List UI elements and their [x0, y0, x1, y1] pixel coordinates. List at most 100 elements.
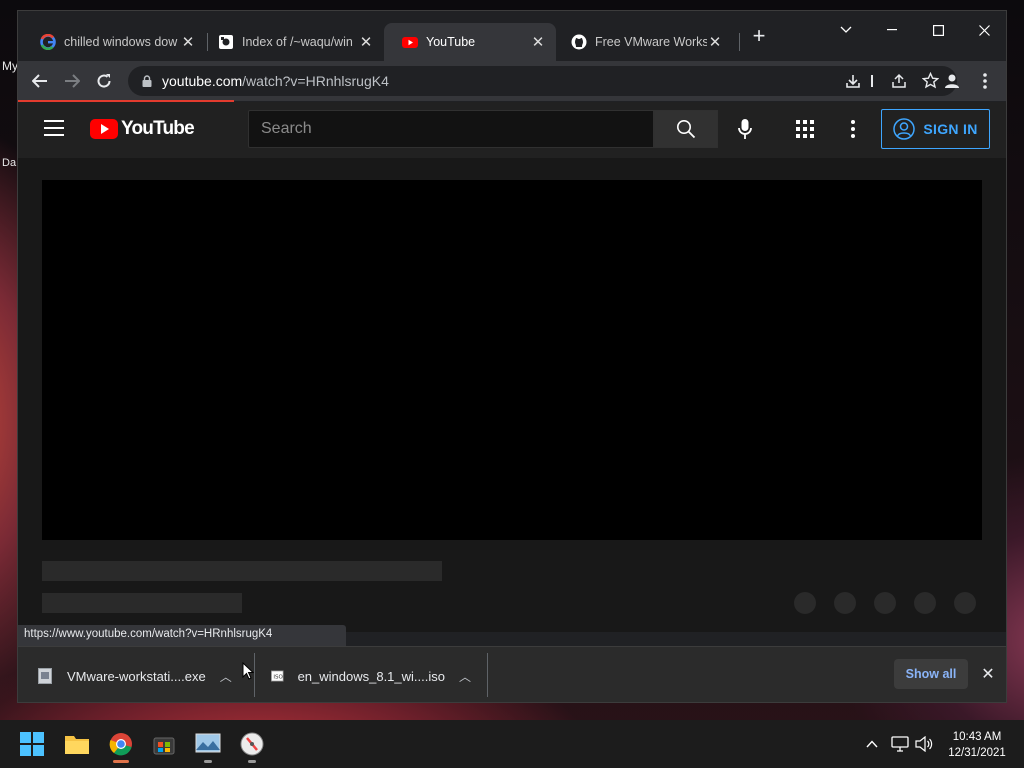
tab-google[interactable]: chilled windows dow ✕	[22, 23, 206, 61]
bookmark-star-icon[interactable]	[921, 71, 940, 89]
close-icon[interactable]: ✕	[707, 33, 723, 51]
download-item[interactable]: VMware-workstati....exe ︿	[38, 657, 238, 695]
start-button[interactable]	[16, 728, 48, 760]
title-placeholder	[42, 561, 442, 581]
maximize-icon	[932, 24, 944, 36]
download-divider	[254, 653, 255, 697]
network-icon	[891, 736, 909, 752]
store-button[interactable]	[148, 728, 180, 760]
url-path: /watch?v=HRnhlsrugK4	[242, 73, 389, 89]
browser-window: chilled windows dow ✕ Index of /~waqu/wi…	[17, 10, 1007, 703]
running-indicator	[204, 760, 212, 763]
svg-text:ISO: ISO	[273, 674, 283, 680]
exe-file-icon	[38, 668, 52, 684]
settings-menu-button[interactable]	[841, 117, 865, 141]
tab-strip: chilled windows dow ✕ Index of /~waqu/wi…	[18, 11, 1006, 61]
compass-icon	[240, 732, 264, 756]
apps-button[interactable]	[793, 117, 817, 141]
url-text: youtube.com/watch?v=HRnhlsrugK4	[162, 73, 389, 89]
browser-menu-button[interactable]	[971, 67, 999, 95]
action-placeholder	[874, 592, 896, 614]
file-explorer-button[interactable]	[61, 728, 93, 760]
taskbar: 10:43 AM 12/31/2021	[0, 720, 1024, 768]
voice-search-button[interactable]	[733, 117, 757, 141]
chevron-up-icon[interactable]: ︿	[220, 668, 232, 685]
system-clock[interactable]: 10:43 AM 12/31/2021	[940, 729, 1014, 761]
tab-divider	[739, 33, 740, 51]
folder-icon	[65, 736, 89, 754]
address-divider	[871, 75, 873, 87]
youtube-logo-text: YouTube	[121, 118, 195, 139]
download-filename: VMware-workstati....exe	[67, 668, 206, 684]
action-placeholder	[954, 592, 976, 614]
search-placeholder: Search	[261, 120, 312, 137]
back-button[interactable]	[26, 67, 54, 95]
store-icon	[153, 737, 175, 755]
account-circle-icon	[893, 118, 916, 140]
video-player[interactable]	[42, 180, 982, 540]
volume-button[interactable]	[914, 732, 934, 756]
clock-date: 12/31/2021	[948, 747, 1006, 759]
photos-icon	[195, 733, 221, 753]
maximize-button[interactable]	[915, 15, 961, 45]
speaker-icon	[915, 736, 933, 752]
youtube-icon	[402, 37, 418, 48]
close-icon[interactable]: ✕	[180, 33, 196, 51]
tab-index[interactable]: Index of /~waqu/win ✕	[200, 23, 384, 61]
sign-in-button[interactable]: SIGN IN	[881, 109, 990, 149]
close-window-button[interactable]	[961, 15, 1006, 45]
chrome-icon	[109, 733, 132, 756]
youtube-page: YouTube Search SIGN IN	[18, 102, 1006, 632]
windows-logo-icon	[20, 732, 44, 756]
download-filename: en_windows_8.1_wi....iso	[297, 668, 445, 684]
show-all-button[interactable]: Show all	[894, 659, 968, 689]
tab-youtube[interactable]: YouTube ✕	[384, 23, 556, 61]
action-placeholder	[794, 592, 816, 614]
youtube-header: YouTube Search SIGN IN	[18, 102, 1006, 158]
reload-icon	[97, 74, 111, 88]
download-shelf: VMware-workstati....exe ︿ ISO en_windows…	[18, 646, 1006, 702]
desktop-icon-label-1[interactable]: My	[2, 59, 18, 73]
close-icon[interactable]: ✕	[530, 33, 546, 51]
running-indicator	[248, 760, 256, 763]
install-app-icon[interactable]	[845, 73, 861, 89]
tab-title: Free VMware Workst	[595, 35, 707, 49]
tab-title: YouTube	[426, 35, 476, 49]
chrome-button[interactable]	[105, 728, 137, 763]
address-bar[interactable]: youtube.com/watch?v=HRnhlsrugK4	[128, 66, 957, 96]
desktop-icon-label-2[interactable]: Da	[2, 157, 16, 169]
new-tab-button[interactable]: +	[749, 24, 769, 48]
reload-button[interactable]	[90, 67, 118, 95]
action-placeholder	[834, 592, 856, 614]
show-hidden-icons-button[interactable]	[862, 732, 882, 756]
search-input[interactable]: Search	[248, 110, 654, 148]
more-vert-icon	[983, 73, 987, 89]
tab-github[interactable]: Free VMware Workst ✕	[553, 23, 733, 61]
tab-search-button[interactable]	[823, 15, 869, 45]
tab-title: chilled windows dow	[64, 35, 178, 49]
profile-button[interactable]	[938, 67, 966, 95]
forward-button[interactable]	[58, 67, 86, 95]
iso-file-icon: ISO	[271, 670, 284, 682]
close-icon[interactable]: ✕	[358, 33, 374, 51]
share-icon[interactable]	[891, 73, 907, 89]
download-item[interactable]: ISO en_windows_8.1_wi....iso ︿	[271, 657, 471, 695]
network-button[interactable]	[890, 732, 910, 756]
photos-app-button[interactable]	[192, 728, 224, 763]
search-button[interactable]	[654, 110, 718, 148]
chevron-up-icon	[866, 740, 878, 748]
clock-time: 10:43 AM	[952, 731, 1002, 743]
microphone-icon	[738, 119, 752, 139]
lock-icon	[142, 75, 152, 87]
chevron-up-icon[interactable]: ︿	[459, 668, 471, 685]
youtube-logo[interactable]: YouTube	[90, 118, 195, 140]
status-bar-url: https://www.youtube.com/watch?v=HRnhlsru…	[18, 625, 346, 646]
download-divider	[487, 653, 488, 697]
hamburger-menu-icon[interactable]	[44, 120, 64, 136]
app-button[interactable]	[236, 728, 268, 763]
minimize-button[interactable]	[869, 15, 915, 45]
sign-in-label: SIGN IN	[923, 121, 978, 137]
search-icon	[677, 120, 696, 139]
close-icon	[978, 24, 990, 36]
close-shelf-button[interactable]: ✕	[978, 661, 998, 687]
